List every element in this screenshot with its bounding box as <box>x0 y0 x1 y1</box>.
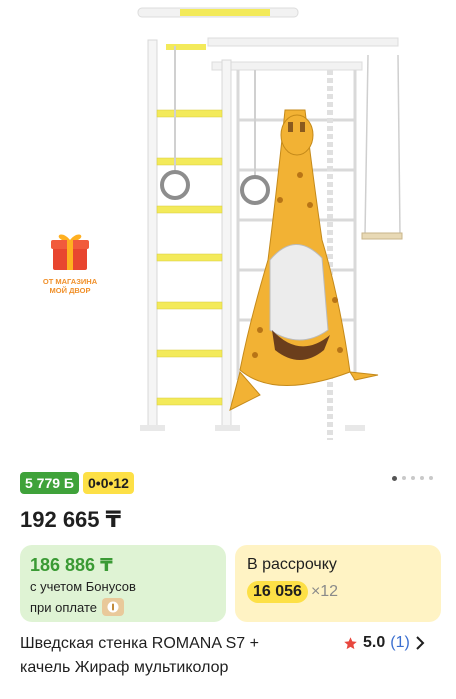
bonus-badge: 5 779 Б <box>20 472 79 494</box>
pagination-dot <box>402 476 406 480</box>
gift-caption-line1: от магазина <box>42 277 98 286</box>
product-title-line1: Шведская стенка ROMANA S7 + <box>20 635 259 652</box>
price-badges: 5 779 Б 0•0•12 <box>20 472 134 494</box>
product-rating[interactable]: 5.0 (1) <box>343 634 425 652</box>
review-count[interactable]: (1) <box>390 634 410 652</box>
pagination-dot <box>411 476 415 480</box>
gift-icon <box>48 228 92 272</box>
bonus-payment-label: при оплате <box>30 599 97 615</box>
gift-caption-line2: МОЙ ДВОР <box>49 286 91 295</box>
installment-multiplier: ×12 <box>310 583 339 600</box>
installment-card[interactable]: В рассрочку 16 056 ×12 <box>235 545 441 622</box>
pagination-dot <box>420 476 424 480</box>
rating-value: 5.0 <box>363 634 386 651</box>
product-title-line2: качель Жираф мультиколор <box>20 659 229 676</box>
pagination-dot <box>429 476 433 480</box>
bonus-payment-row: при оплате <box>30 598 124 616</box>
bonus-price-card[interactable]: 186 886 ₸ с учетом Бонусов при оплате <box>20 545 226 622</box>
installment-amount: 16 056 <box>247 581 308 603</box>
bonus-price: 186 886 ₸ <box>30 555 113 575</box>
gallery-pagination <box>392 475 433 481</box>
chevron-right-icon[interactable] <box>415 636 425 650</box>
pagination-dot-active <box>392 475 397 481</box>
installment-row: 16 056 ×12 <box>247 581 338 603</box>
product-price: 192 665 ₸ <box>20 507 121 532</box>
installment-badge: 0•0•12 <box>83 472 134 494</box>
installment-title: В рассрочку <box>247 556 337 573</box>
product-image <box>137 7 403 440</box>
product-title: Шведская стенка ROMANA S7 + качель Жираф… <box>20 632 330 680</box>
star-icon <box>344 636 357 649</box>
product-image-gallery[interactable]: от магазина МОЙ ДВОР <box>0 0 456 462</box>
bonus-note: с учетом Бонусов <box>30 579 136 594</box>
store-gift-badge[interactable]: от магазина МОЙ ДВОР <box>30 228 110 295</box>
payment-icon <box>101 598 124 616</box>
